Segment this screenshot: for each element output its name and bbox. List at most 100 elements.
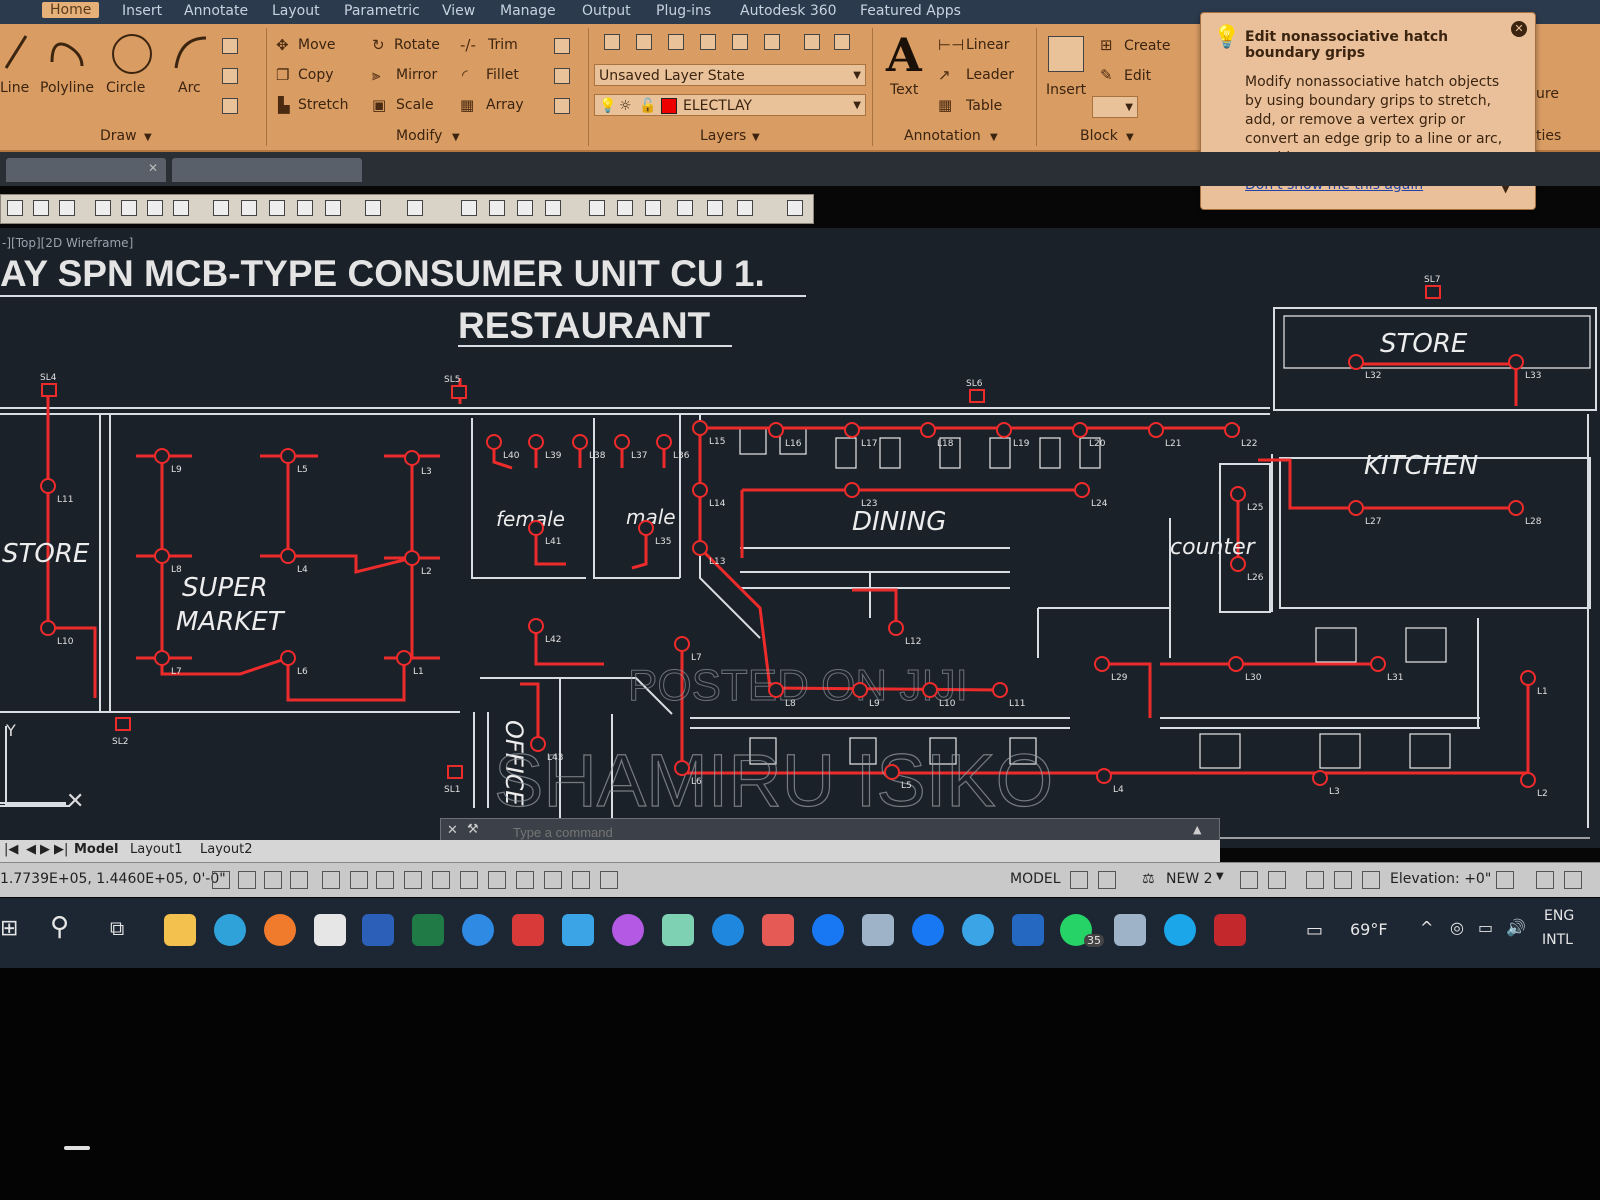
- linear-tool[interactable]: Linear: [966, 37, 1010, 53]
- osnap-icon[interactable]: [350, 871, 368, 889]
- move-tool[interactable]: Move: [298, 37, 336, 53]
- publish-icon[interactable]: [147, 200, 163, 216]
- draw-group-label[interactable]: Draw: [100, 128, 137, 144]
- messenger-icon[interactable]: [612, 914, 644, 946]
- zoom-icon[interactable]: [462, 914, 494, 946]
- imo-icon[interactable]: [712, 914, 744, 946]
- arc-tool[interactable]: Arc: [178, 80, 201, 96]
- copy-icon[interactable]: [241, 200, 257, 216]
- tab-model[interactable]: Model: [74, 842, 118, 857]
- otrack-icon[interactable]: [404, 871, 422, 889]
- layer-icon[interactable]: [764, 34, 780, 50]
- network-icon[interactable]: ◎: [1450, 918, 1464, 937]
- chevron-down-icon[interactable]: ▼: [990, 132, 998, 143]
- annotation-visibility-icon[interactable]: [1240, 871, 1258, 889]
- 3d-print-icon[interactable]: [173, 200, 189, 216]
- layer-icon[interactable]: [700, 34, 716, 50]
- chevron-down-icon[interactable]: ▼: [752, 132, 760, 143]
- line-icon[interactable]: [2, 32, 30, 72]
- print-icon[interactable]: [95, 200, 111, 216]
- match-properties-icon[interactable]: [297, 200, 313, 216]
- ortho-icon[interactable]: [290, 871, 308, 889]
- excel-icon[interactable]: [412, 914, 444, 946]
- text-icon[interactable]: A: [886, 28, 922, 82]
- keyboard-layout-indicator[interactable]: INTL: [1542, 932, 1573, 948]
- model-space-toggle[interactable]: MODEL: [1010, 871, 1061, 887]
- customization-icon[interactable]: [1564, 871, 1582, 889]
- layer-state-dropdown[interactable]: Unsaved Layer State ▼: [594, 64, 866, 86]
- quick-properties-icon[interactable]: [544, 871, 562, 889]
- polyline-icon[interactable]: [48, 32, 88, 72]
- chevron-up-icon[interactable]: ▲: [1193, 823, 1201, 836]
- previous-layout-icon[interactable]: ◀: [26, 842, 36, 857]
- auto-scale-icon[interactable]: [1268, 871, 1286, 889]
- lineweight-icon[interactable]: [488, 871, 506, 889]
- leader-tool[interactable]: Leader: [966, 67, 1014, 83]
- task-view-icon[interactable]: ⧉: [110, 916, 124, 940]
- volume-icon[interactable]: 🔊: [1506, 918, 1526, 937]
- tab-autodesk-360[interactable]: Autodesk 360: [740, 3, 837, 19]
- erase-icon[interactable]: [554, 38, 570, 54]
- zoom-previous-icon[interactable]: [545, 200, 561, 216]
- arc-icon[interactable]: [170, 32, 210, 72]
- toolbar-lock-icon[interactable]: [1334, 871, 1352, 889]
- grid-icon[interactable]: [264, 871, 282, 889]
- design-center-icon[interactable]: [617, 200, 633, 216]
- layer-dropdown[interactable]: 💡 ☼ 🔓 ELECTLAY ▼: [594, 94, 866, 116]
- properties-group-label[interactable]: ties: [1536, 128, 1561, 144]
- text-tool[interactable]: Text: [890, 82, 918, 98]
- video-icon[interactable]: [762, 914, 794, 946]
- annotation-monitor-icon[interactable]: [600, 871, 618, 889]
- table-tool[interactable]: Table: [966, 98, 1002, 114]
- rotate-tool[interactable]: Rotate: [394, 37, 440, 53]
- calculator-icon[interactable]: [737, 200, 753, 216]
- tab-annotate[interactable]: Annotate: [184, 3, 248, 19]
- circle-tool[interactable]: Circle: [106, 80, 145, 96]
- hatch-icon[interactable]: [222, 68, 238, 84]
- workspace-gear-icon[interactable]: [1306, 871, 1324, 889]
- layer-icon[interactable]: [804, 34, 820, 50]
- clean-screen-icon[interactable]: [1536, 871, 1554, 889]
- wrench-icon[interactable]: ⚒: [467, 822, 479, 837]
- layer-icon[interactable]: [834, 34, 850, 50]
- tool-palettes-icon[interactable]: [645, 200, 661, 216]
- tab-parametric[interactable]: Parametric: [344, 3, 420, 19]
- markup-icon[interactable]: [707, 200, 723, 216]
- chevron-up-icon[interactable]: ^: [1420, 918, 1433, 937]
- close-icon[interactable]: ✕: [1511, 21, 1527, 37]
- rectangle-icon[interactable]: [222, 38, 238, 54]
- news-icon[interactable]: ▭: [1306, 920, 1323, 941]
- chevron-down-icon[interactable]: ▼: [1216, 871, 1224, 882]
- tab-home[interactable]: Home: [42, 2, 100, 18]
- zoom-realtime-icon[interactable]: [489, 200, 505, 216]
- print-preview-icon[interactable]: [121, 200, 137, 216]
- insert-tool[interactable]: Insert: [1046, 82, 1086, 98]
- drawing-canvas[interactable]: -][Top][2D Wireframe] .w{stroke:#d8dde3;…: [0, 228, 1600, 848]
- tab-plugins[interactable]: Plug-ins: [656, 3, 711, 19]
- annotation-scale[interactable]: NEW 2: [1166, 871, 1213, 887]
- polar-icon[interactable]: [322, 871, 340, 889]
- isolate-objects-icon[interactable]: [1496, 871, 1514, 889]
- hardware-acceleration-icon[interactable]: [1362, 871, 1380, 889]
- weather-readout[interactable]: 69°F: [1350, 920, 1388, 939]
- undo-icon[interactable]: [365, 200, 381, 216]
- explode-icon[interactable]: [554, 68, 570, 84]
- language-indicator[interactable]: ENG: [1544, 908, 1574, 924]
- file-explorer-icon[interactable]: [164, 914, 196, 946]
- 3d-osnap-icon[interactable]: [376, 871, 394, 889]
- edit-tool[interactable]: Edit: [1124, 68, 1151, 84]
- elevation-readout[interactable]: Elevation: +0": [1390, 871, 1491, 887]
- tab-featured-apps[interactable]: Featured Apps: [860, 3, 961, 19]
- first-layout-icon[interactable]: |◀: [4, 842, 18, 857]
- selection-cycling-icon[interactable]: [572, 871, 590, 889]
- keyboard-icon[interactable]: [862, 914, 894, 946]
- new-icon[interactable]: [7, 200, 23, 216]
- layer-icon[interactable]: [668, 34, 684, 50]
- document-tab[interactable]: [172, 158, 362, 182]
- battery-icon[interactable]: ▭: [1478, 918, 1493, 937]
- quick-view-drawings-icon[interactable]: [1098, 871, 1116, 889]
- remote-desktop-icon[interactable]: [962, 914, 994, 946]
- word-icon[interactable]: [362, 914, 394, 946]
- calculator-icon[interactable]: [1114, 914, 1146, 946]
- circle-icon[interactable]: [112, 34, 152, 74]
